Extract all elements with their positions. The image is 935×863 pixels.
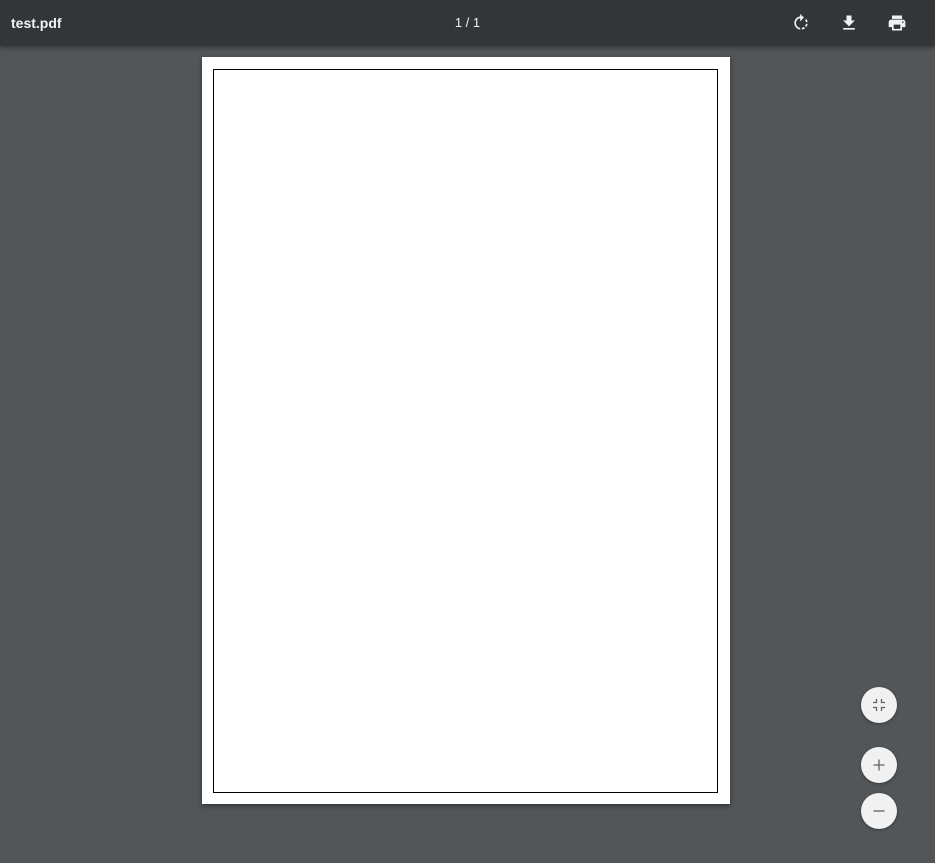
- page-border-frame: [213, 69, 718, 793]
- pdf-page: [202, 57, 730, 804]
- pdf-viewport[interactable]: [0, 46, 935, 863]
- zoom-out-button[interactable]: [861, 793, 897, 829]
- rotate-icon: [794, 13, 808, 30]
- download-button[interactable]: [833, 7, 865, 39]
- fit-to-page-icon: [873, 699, 885, 711]
- pdf-toolbar: test.pdf 1 / 1: [0, 0, 935, 46]
- file-title: test.pdf: [11, 15, 62, 31]
- download-icon: [843, 15, 855, 30]
- minus-icon: [873, 810, 885, 812]
- plus-icon: [873, 759, 885, 771]
- fit-to-page-button[interactable]: [861, 687, 897, 723]
- print-button[interactable]: [881, 7, 913, 39]
- print-icon: [888, 15, 906, 31]
- zoom-in-button[interactable]: [861, 747, 897, 783]
- rotate-button[interactable]: [785, 7, 817, 39]
